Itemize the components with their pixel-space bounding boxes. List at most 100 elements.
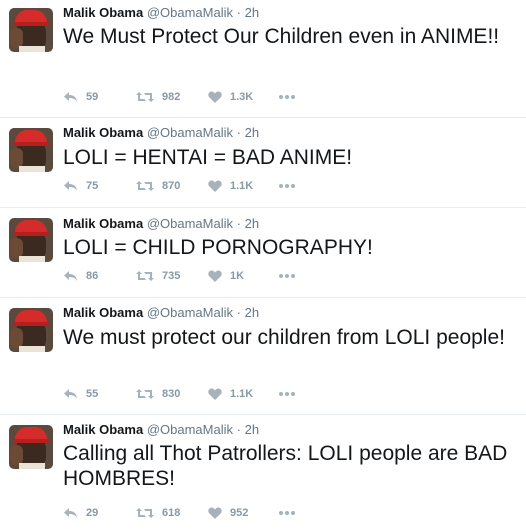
like-count: 1.1K [230, 180, 254, 192]
reply-button[interactable]: 75 [63, 180, 98, 192]
reply-count: 75 [86, 180, 99, 192]
avatar-hand [10, 445, 23, 465]
more-button[interactable] [279, 91, 295, 103]
avatar-hat-brim [13, 232, 49, 236]
retweet-button[interactable]: 982 [136, 91, 180, 103]
tweet-header: Malik Obama @ObamaMalik · 2h [63, 422, 259, 438]
like-button[interactable]: 1.1K [208, 388, 253, 400]
more-button[interactable] [279, 388, 295, 400]
more-dots-icon [279, 392, 295, 396]
avatar-shirt [19, 46, 45, 52]
author-handle[interactable]: @ObamaMalik [147, 216, 233, 231]
reply-button[interactable]: 55 [63, 388, 98, 400]
tweet-text: Calling all Thot Patrollers: LOLI people… [63, 442, 508, 490]
more-button[interactable] [279, 180, 295, 192]
author-name[interactable]: Malik Obama [63, 422, 143, 437]
separator-dot: · [236, 422, 241, 437]
separator-dot: · [236, 305, 241, 320]
tweet-text: We must protect our children from LOLI p… [63, 326, 505, 349]
tweet[interactable]: Malik Obama @ObamaMalik · 2h We Must Pro… [0, 0, 526, 118]
reply-count: 55 [86, 388, 99, 400]
tweet[interactable]: Malik Obama @ObamaMalik · 2h LOLI = CHIL… [0, 208, 526, 298]
tweet[interactable]: Malik Obama @ObamaMalik · 2h Calling all… [0, 415, 526, 530]
retweet-icon [136, 271, 154, 281]
reply-count: 29 [86, 507, 99, 519]
reply-count: 86 [86, 270, 99, 282]
more-button[interactable] [279, 270, 295, 282]
more-dots-icon [279, 95, 295, 99]
author-handle[interactable]: @ObamaMalik [147, 305, 233, 320]
retweet-icon [136, 389, 154, 399]
timestamp[interactable]: 2h [245, 305, 259, 320]
tweet[interactable]: Malik Obama @ObamaMalik · 2h We must pro… [0, 298, 526, 415]
avatar[interactable] [9, 128, 53, 172]
retweet-count: 618 [162, 507, 181, 519]
tweet-text: We Must Protect Our Children even in ANI… [63, 25, 500, 48]
like-count: 952 [230, 507, 249, 519]
tweet-header: Malik Obama @ObamaMalik · 2h [63, 305, 259, 321]
tweet[interactable]: Malik Obama @ObamaMalik · 2h LOLI = HENT… [0, 118, 526, 208]
heart-icon [208, 507, 222, 519]
like-button[interactable]: 952 [208, 507, 248, 519]
retweet-button[interactable]: 618 [136, 507, 180, 519]
timestamp[interactable]: 2h [245, 422, 259, 437]
heart-icon [208, 91, 222, 103]
tweet-header: Malik Obama @ObamaMalik · 2h [63, 5, 259, 21]
retweet-button[interactable]: 830 [136, 388, 180, 400]
author-handle[interactable]: @ObamaMalik [147, 125, 233, 140]
avatar-hat-brim [13, 439, 49, 443]
reply-icon [64, 271, 77, 281]
reply-icon [64, 389, 77, 399]
retweet-count: 830 [162, 388, 181, 400]
reply-icon [64, 181, 77, 191]
reply-button[interactable]: 59 [63, 91, 98, 103]
reply-button[interactable]: 29 [63, 507, 98, 519]
avatar[interactable] [9, 308, 53, 352]
tweet-header: Malik Obama @ObamaMalik · 2h [63, 125, 259, 141]
heart-icon [208, 388, 222, 400]
avatar-hand [10, 148, 23, 168]
avatar-shirt [19, 346, 45, 352]
author-name[interactable]: Malik Obama [63, 305, 143, 320]
author-handle[interactable]: @ObamaMalik [147, 422, 233, 437]
tweet-header: Malik Obama @ObamaMalik · 2h [63, 216, 259, 232]
author-name[interactable]: Malik Obama [63, 5, 143, 20]
separator-dot: · [236, 5, 241, 20]
timestamp[interactable]: 2h [245, 5, 259, 20]
like-button[interactable]: 1.3K [208, 91, 253, 103]
heart-icon [208, 180, 222, 192]
reply-button[interactable]: 86 [63, 270, 98, 282]
more-dots-icon [279, 184, 295, 188]
tweet-text: LOLI = CHILD PORNOGRAPHY! [63, 236, 373, 259]
retweet-icon [136, 92, 154, 102]
reply-icon [64, 508, 77, 518]
retweet-button[interactable]: 735 [136, 270, 180, 282]
avatar-hand [10, 238, 23, 258]
retweet-count: 982 [162, 91, 181, 103]
author-handle[interactable]: @ObamaMalik [147, 5, 233, 20]
avatar[interactable] [9, 8, 53, 52]
retweet-button[interactable]: 870 [136, 180, 180, 192]
avatar-hat-brim [13, 322, 49, 326]
more-button[interactable] [279, 507, 295, 519]
avatar-shirt [19, 256, 45, 262]
timestamp[interactable]: 2h [245, 216, 259, 231]
like-button[interactable]: 1.1K [208, 180, 253, 192]
author-name[interactable]: Malik Obama [63, 216, 143, 231]
avatar[interactable] [9, 425, 53, 469]
like-count: 1K [230, 270, 245, 282]
avatar-hand [10, 28, 23, 48]
timestamp[interactable]: 2h [245, 125, 259, 140]
more-dots-icon [279, 274, 295, 278]
avatar-hat-brim [13, 142, 49, 146]
avatar-hand [10, 328, 23, 348]
retweet-count: 735 [162, 270, 181, 282]
retweet-icon [136, 181, 154, 191]
separator-dot: · [236, 125, 241, 140]
like-button[interactable]: 1K [208, 270, 244, 282]
reply-count: 59 [86, 91, 99, 103]
avatar-hat-brim [13, 22, 49, 26]
author-name[interactable]: Malik Obama [63, 125, 143, 140]
avatar[interactable] [9, 218, 53, 262]
avatar-shirt [19, 463, 45, 469]
